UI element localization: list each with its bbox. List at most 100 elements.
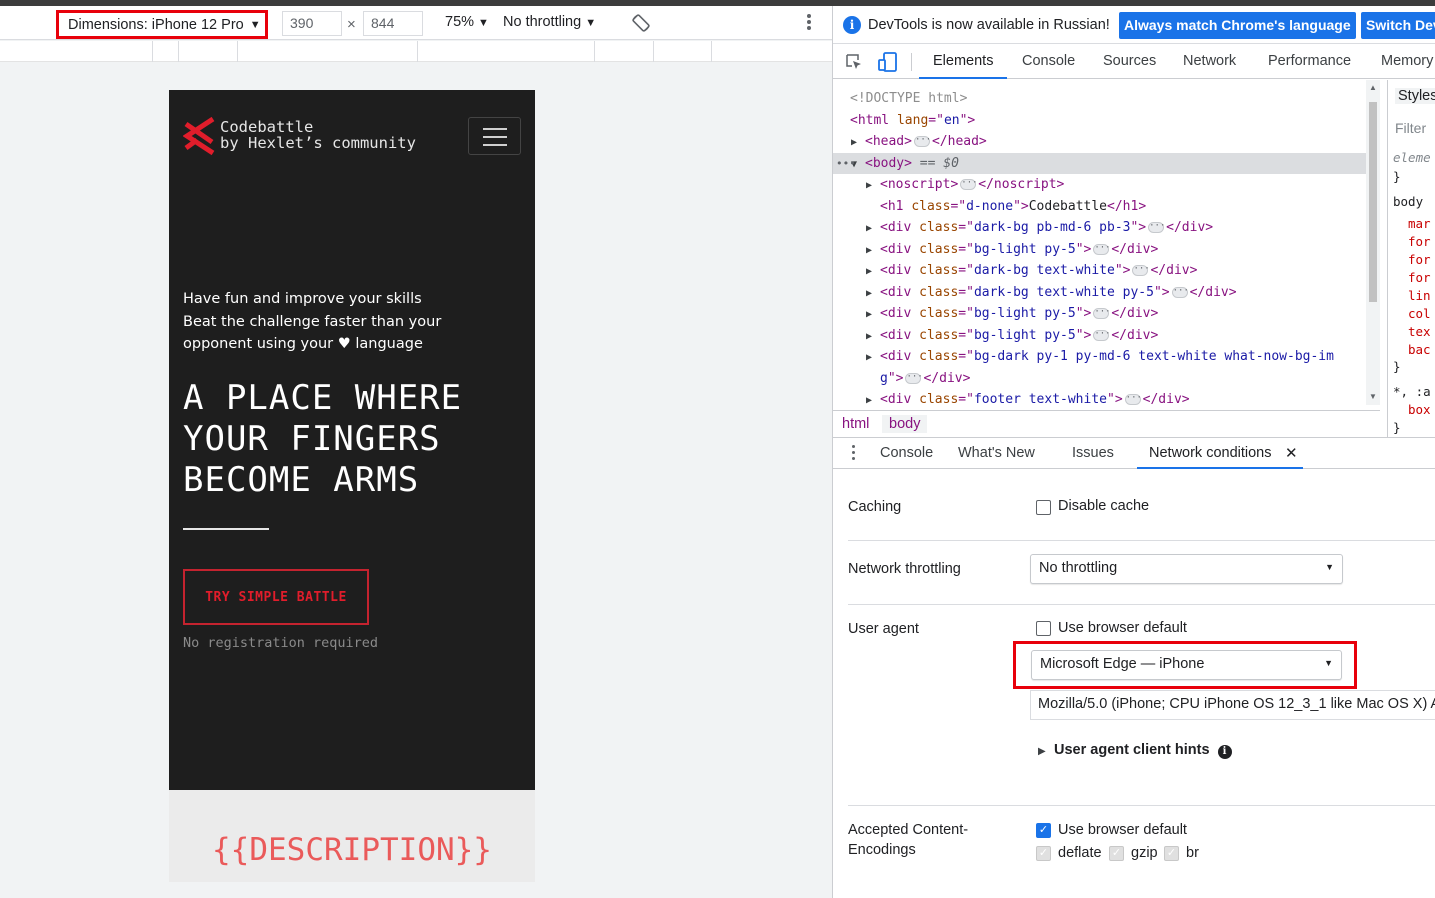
expand-triangle-icon[interactable]: ▶ xyxy=(866,218,880,239)
expand-triangle-icon[interactable]: ▶ xyxy=(851,132,865,153)
disable-cache-label[interactable]: Disable cache xyxy=(1058,498,1149,514)
br-checkbox[interactable]: ✓ xyxy=(1164,846,1179,861)
dom-token: "> xyxy=(1153,284,1170,300)
dom-node-row[interactable]: g"> ···</div> xyxy=(833,368,1366,389)
dom-token: =" xyxy=(958,284,974,300)
drawer-tab-whats-new[interactable]: What's New xyxy=(958,445,1035,461)
inspect-element-icon[interactable] xyxy=(845,53,863,71)
ellipsis-icon[interactable]: ··· xyxy=(1171,286,1189,298)
headline-line: BECOME ARMS xyxy=(183,460,420,500)
styles-filter-input[interactable]: Filter xyxy=(1395,120,1426,136)
tab-console[interactable]: Console xyxy=(1022,53,1075,69)
device-more-options-icon[interactable] xyxy=(803,12,815,34)
device-emulation-pane: Dimensions: iPhone 12 Pro ▼ 390 × 844 75… xyxy=(0,6,832,898)
codebattle-logo-icon[interactable] xyxy=(183,116,215,156)
dom-token: <noscript> xyxy=(880,177,959,192)
scroll-up-icon[interactable]: ▲ xyxy=(1369,83,1377,92)
drawer-tab-network-conditions[interactable]: Network conditions xyxy=(1149,445,1272,461)
dom-node-row[interactable]: <!DOCTYPE html> xyxy=(833,88,1366,109)
ellipsis-icon[interactable]: ··· xyxy=(960,179,978,190)
dom-node-row[interactable]: ▶ <div class="footer text-white"> ···</div… xyxy=(833,389,1366,405)
expand-triangle-icon[interactable]: ▶ xyxy=(866,240,880,261)
user-agent-client-hints-toggle[interactable]: ▶ User agent client hints i xyxy=(1038,742,1232,759)
device-height-input[interactable]: 844 xyxy=(363,11,423,36)
expand-triangle-icon[interactable]: ▶ xyxy=(866,390,880,405)
disable-cache-checkbox[interactable] xyxy=(1036,500,1051,515)
device-width-input[interactable]: 390 xyxy=(282,11,342,36)
expand-triangle-icon[interactable]: ▶ xyxy=(866,175,880,196)
dom-node-row[interactable]: ▶ <div class="dark-bg text-white"> ···</di… xyxy=(833,260,1366,281)
dom-token: en xyxy=(943,112,960,128)
drawer-tab-console[interactable]: Console xyxy=(880,445,933,461)
ellipsis-icon[interactable]: ··· xyxy=(1093,243,1111,255)
zoom-dropdown[interactable]: 75% ▼ xyxy=(445,14,489,30)
dom-tree-scrollbar[interactable]: ▲ ▼ xyxy=(1366,80,1380,405)
ellipsis-icon[interactable]: ··· xyxy=(913,136,931,147)
close-icon[interactable]: ✕ xyxy=(1285,444,1298,462)
tab-elements[interactable]: Elements xyxy=(933,53,993,69)
encodings-browser-default-label[interactable]: Use browser default xyxy=(1058,822,1187,838)
tab-performance[interactable]: Performance xyxy=(1268,53,1351,69)
breadcrumb: html body xyxy=(833,410,1380,438)
dom-node-row[interactable]: ▶ <div class="bg-dark py-1 py-md-6 text-w… xyxy=(833,346,1366,367)
tab-network[interactable]: Network xyxy=(1183,53,1236,69)
dom-token: "> xyxy=(1013,198,1029,214)
dom-node-row[interactable]: ▶ <div class="bg-light py-5"> ···</div> xyxy=(833,325,1366,346)
expand-triangle-icon[interactable]: ▶ xyxy=(866,261,880,282)
dom-node-row[interactable]: <h1 class="d-none">Codebattle</h1> xyxy=(833,196,1366,217)
dom-token: </div> xyxy=(1142,392,1190,405)
ellipsis-icon[interactable]: ··· xyxy=(1093,308,1111,319)
style-rule-line: for xyxy=(1408,234,1431,249)
expand-triangle-icon[interactable]: ▶ xyxy=(866,347,880,368)
dom-token: <div xyxy=(880,392,920,405)
scrollbar-thumb[interactable] xyxy=(1369,102,1377,302)
switch-devtools-language-button[interactable]: Switch Dev xyxy=(1361,12,1435,39)
info-icon[interactable]: i xyxy=(1217,745,1232,759)
scroll-down-icon[interactable]: ▼ xyxy=(1369,392,1377,401)
use-browser-default-ua-checkbox[interactable] xyxy=(1036,621,1051,636)
device-dimensions-dropdown[interactable]: Dimensions: iPhone 12 Pro ▼ xyxy=(56,10,268,39)
dom-node-row[interactable]: ▶ <div class="bg-light py-5"> ···</div> xyxy=(833,239,1366,260)
node-menu-icon[interactable]: ••• xyxy=(836,153,856,174)
drawer-tab-issues[interactable]: Issues xyxy=(1072,445,1114,461)
dom-node-row[interactable]: <html lang="en"> xyxy=(833,110,1366,131)
site-brand[interactable]: Codebattle by Hexlet’s community xyxy=(220,119,416,151)
ellipsis-icon[interactable]: ··· xyxy=(1148,222,1165,233)
ellipsis-icon[interactable]: ··· xyxy=(1124,394,1142,405)
drawer-more-icon[interactable] xyxy=(852,445,856,463)
user-agent-select[interactable]: Microsoft Edge — iPhone ▼ xyxy=(1031,650,1342,680)
encodings-browser-default-checkbox[interactable]: ✓ xyxy=(1036,823,1051,838)
expand-triangle-icon[interactable]: ▶ xyxy=(866,326,880,347)
rotate-icon[interactable] xyxy=(631,13,651,33)
dom-node-row[interactable]: ••• ▼ <body> == $0 xyxy=(833,152,1366,174)
user-agent-string-input[interactable]: Mozilla/5.0 (iPhone; CPU iPhone OS 12_3_… xyxy=(1030,690,1435,720)
hamburger-menu-button[interactable] xyxy=(468,117,521,155)
deflate-checkbox[interactable]: ✓ xyxy=(1036,846,1051,861)
ellipsis-icon[interactable]: ··· xyxy=(1093,329,1111,341)
tab-styles[interactable]: Styles xyxy=(1395,88,1435,104)
breadcrumb-html[interactable]: html xyxy=(835,415,876,433)
expand-triangle-icon[interactable]: ▶ xyxy=(866,283,880,304)
dom-node-row[interactable]: ▶ <noscript> ···</noscript> xyxy=(833,174,1366,195)
network-throttling-select[interactable]: No throttling ▼ xyxy=(1030,554,1343,584)
expand-triangle-icon[interactable]: ▶ xyxy=(866,304,880,325)
dom-node-row[interactable]: ▶ <div class="dark-bg pb-md-6 pb-3"> ···</… xyxy=(833,217,1366,238)
try-simple-battle-button[interactable]: TRY SIMPLE BATTLE xyxy=(183,569,369,625)
dom-node-row[interactable]: ▶ <head> ···</head> xyxy=(833,131,1366,152)
dom-node-row[interactable]: ▶ <div class="dark-bg text-white py-5"> ··… xyxy=(833,282,1366,303)
use-browser-default-ua-label[interactable]: Use browser default xyxy=(1058,620,1187,636)
gzip-checkbox[interactable]: ✓ xyxy=(1109,846,1124,861)
always-match-language-button[interactable]: Always match Chrome's language xyxy=(1119,12,1356,39)
ellipsis-icon[interactable]: ··· xyxy=(905,372,923,384)
tab-memory[interactable]: Memory xyxy=(1381,53,1433,69)
dom-node-row[interactable]: ▶ <div class="bg-light py-5"> ···</div> xyxy=(833,303,1366,324)
devtools-panel: i DevTools is now available in Russian! … xyxy=(833,6,1435,898)
style-rule-line: mar xyxy=(1408,216,1431,231)
tab-sources[interactable]: Sources xyxy=(1103,53,1156,69)
device-toolbar-toggle-icon[interactable] xyxy=(878,51,898,73)
ellipsis-icon[interactable]: ··· xyxy=(1132,265,1150,276)
dom-token: <!DOCTYPE html> xyxy=(850,91,968,106)
throttling-dropdown[interactable]: No throttling ▼ xyxy=(503,14,596,30)
breadcrumb-body[interactable]: body xyxy=(882,415,928,433)
style-rule-line: for xyxy=(1408,270,1431,285)
